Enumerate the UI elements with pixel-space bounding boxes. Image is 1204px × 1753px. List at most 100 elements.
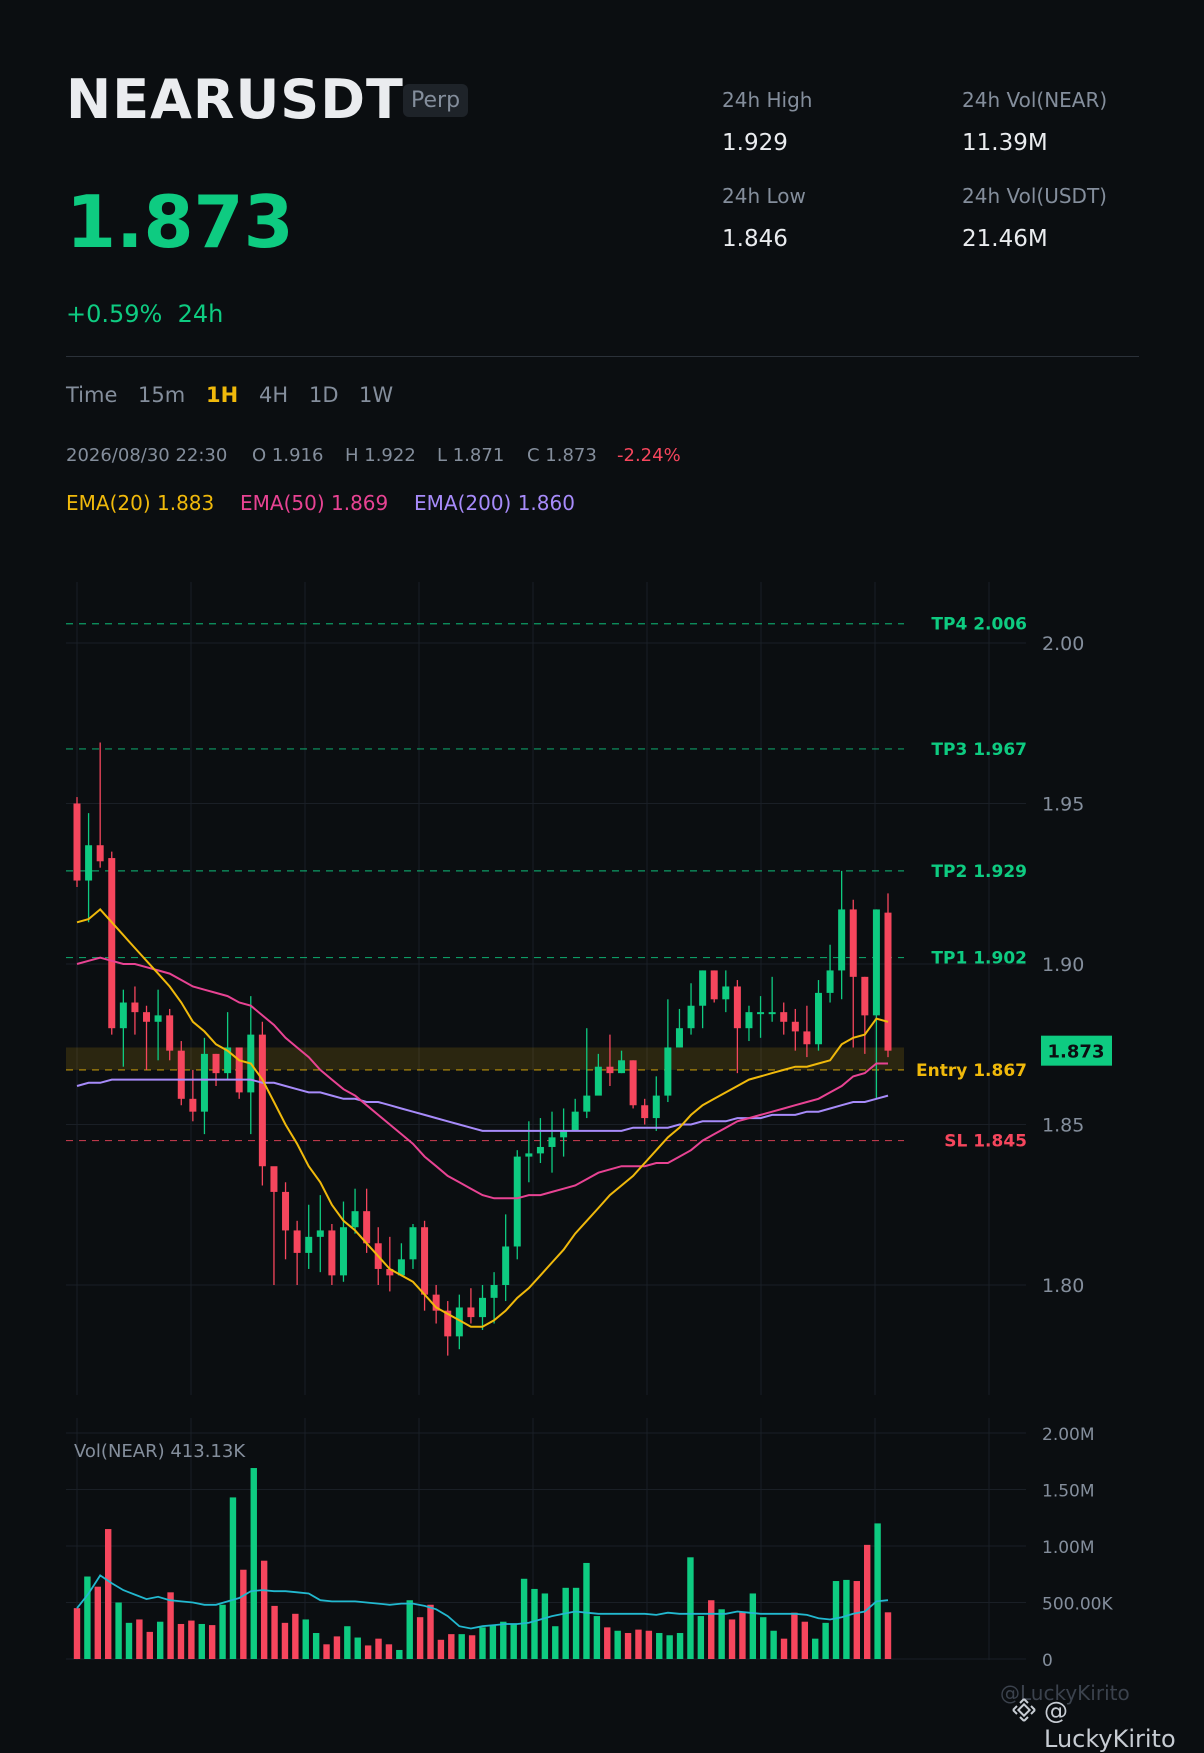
y-tick-label: 1.90 [1042, 954, 1084, 976]
candle-body [849, 909, 857, 977]
volume-bar [250, 1468, 257, 1659]
candle-body [282, 1191, 290, 1231]
volume-bar [676, 1633, 684, 1659]
candle-body [618, 1060, 626, 1074]
volume-bar [853, 1581, 861, 1659]
level-label-tp3: TP3 1.967 [931, 740, 1027, 760]
volume-bar [375, 1638, 382, 1659]
volume-bar [739, 1611, 746, 1659]
volume-bar [354, 1637, 361, 1659]
volume-title: Vol(NEAR) 413.13K [74, 1441, 246, 1462]
candle-body [606, 1066, 614, 1074]
volume-bar [635, 1629, 642, 1659]
price-chart[interactable]: 2.00 1.95 1.90 1.85 1.80 TP4 2.006 TP3 1.967 TP… [0, 0, 1204, 1736]
volume-bar [292, 1613, 299, 1659]
volume-bar [489, 1625, 497, 1659]
candle-body [861, 976, 869, 1016]
y-tick-label: 1.80 [1042, 1275, 1084, 1297]
candle-body [675, 1028, 683, 1048]
volume-bar [84, 1576, 91, 1659]
candle-body [733, 986, 741, 1029]
candle-body [421, 1227, 429, 1295]
vol-y-tick-label: 500.00K [1042, 1595, 1113, 1615]
vol-y-tick-label: 2.00M [1042, 1425, 1095, 1445]
volume-bar [104, 1529, 112, 1659]
volume-bar [146, 1631, 153, 1659]
volume-bar [437, 1639, 445, 1659]
candle-body [316, 1230, 324, 1237]
volume-bar [656, 1633, 663, 1659]
volume-bar [281, 1622, 289, 1659]
volume-bar [208, 1625, 216, 1659]
candle-body [641, 1105, 649, 1119]
entry-zone [66, 1047, 904, 1070]
candle-body [235, 1047, 243, 1093]
volume-bar [832, 1581, 840, 1659]
volume-bar [479, 1627, 486, 1659]
volume-bar [427, 1604, 434, 1659]
volume-bar [136, 1619, 143, 1659]
candle-body [664, 1047, 672, 1096]
vol-y-tick-label: 1.50M [1042, 1482, 1095, 1502]
candle-body [131, 1002, 139, 1013]
candle-body [525, 1153, 533, 1157]
volume-bar [510, 1623, 517, 1659]
volume-bar [687, 1557, 694, 1659]
volume-bar [812, 1638, 819, 1659]
volume-bar [240, 1569, 247, 1659]
volume-bar [614, 1630, 621, 1659]
ema20-line [76, 908, 889, 1328]
level-label-tp4: TP4 2.006 [931, 615, 1027, 635]
volume-bar [624, 1633, 632, 1659]
candle-body [467, 1307, 475, 1318]
volume-bar [260, 1560, 268, 1659]
volume-bar [458, 1634, 465, 1659]
volume-bar [864, 1544, 871, 1659]
candle-body [872, 909, 880, 1016]
volume-bar [822, 1622, 829, 1659]
candle-body [548, 1137, 556, 1147]
candle-body [513, 1156, 521, 1247]
volume-bar [302, 1619, 309, 1659]
volume-bar [666, 1635, 673, 1659]
candle-body [328, 1230, 336, 1276]
volume-bar [593, 1616, 601, 1659]
candle-body [85, 845, 93, 881]
candle-body [652, 1095, 660, 1119]
vol-y-tick-label: 1.00M [1042, 1538, 1095, 1558]
candle-body [838, 909, 846, 971]
volume-bar [520, 1578, 528, 1659]
volume-bar [884, 1612, 892, 1659]
candle-body [884, 912, 892, 1051]
volume-bar [531, 1588, 538, 1659]
volume-bar [780, 1638, 788, 1659]
volume-bar [697, 1616, 705, 1659]
volume-bar [541, 1593, 549, 1659]
ema50-line [76, 956, 888, 1200]
candle-body [305, 1236, 313, 1253]
candle-body [189, 1098, 197, 1112]
candle-body [351, 1211, 359, 1228]
level-label-entry: Entry 1.867 [916, 1061, 1027, 1081]
candle-body [143, 1012, 151, 1022]
volume-bar [312, 1633, 320, 1659]
candle-body [629, 1060, 637, 1106]
candle-body [96, 845, 104, 862]
candle-body [687, 1005, 695, 1029]
last-price-tag-label: 1.873 [1048, 1042, 1105, 1063]
candle-body [212, 1053, 220, 1074]
candle-body [757, 1012, 765, 1015]
volume-bar [604, 1627, 611, 1659]
volume-bar [73, 1608, 81, 1659]
volume-bar [396, 1649, 403, 1659]
candle-body [583, 1095, 591, 1112]
volume-bar [583, 1562, 590, 1659]
candle-body [536, 1146, 544, 1154]
candle-body [571, 1111, 579, 1131]
candle-body [200, 1053, 208, 1112]
vol-y-tick-label: 0 [1042, 1651, 1053, 1671]
volume-bar [645, 1630, 653, 1659]
volume-bar [364, 1645, 372, 1659]
candle-body [803, 1031, 811, 1045]
level-label-tp1: TP1 1.902 [931, 949, 1027, 969]
